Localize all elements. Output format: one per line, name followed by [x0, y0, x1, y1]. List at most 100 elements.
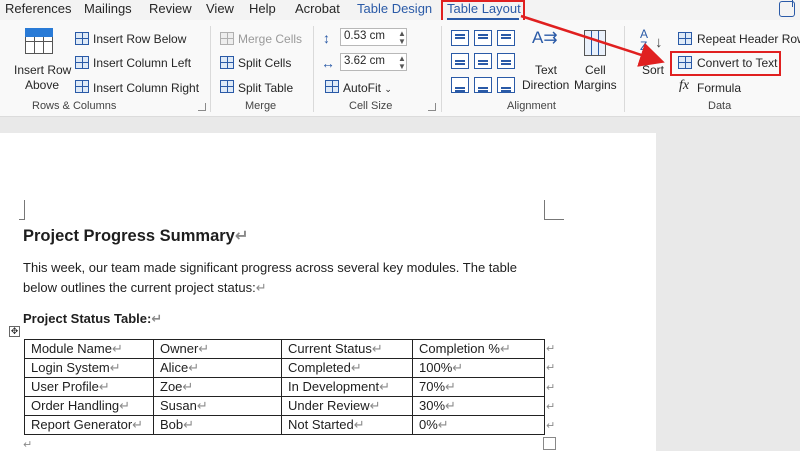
- chevron-down-icon: ⌄: [384, 84, 392, 94]
- table-move-handle-icon[interactable]: ✥: [9, 326, 20, 337]
- align-center-icon[interactable]: [474, 53, 492, 69]
- table-cell[interactable]: Login System↵: [24, 358, 154, 378]
- table-cell[interactable]: Under Review↵: [281, 396, 413, 416]
- align-bottom-left-icon[interactable]: [451, 77, 469, 93]
- project-status-table[interactable]: Module Name↵ Owner↵ Current Status↵ Comp…: [24, 339, 545, 435]
- insert-column-left-icon: [75, 56, 89, 69]
- table-cell[interactable]: 30%↵: [412, 396, 545, 416]
- share-icon[interactable]: [779, 0, 795, 17]
- table-row: User Profile↵ Zoe↵ In Development↵ 70%↵: [24, 377, 545, 397]
- merge-cells-button[interactable]: Merge Cells: [238, 32, 302, 46]
- merge-cells-icon: [220, 32, 234, 45]
- align-center-left-icon[interactable]: [451, 53, 469, 69]
- tab-view[interactable]: View: [206, 1, 234, 16]
- group-separator: [441, 26, 442, 112]
- text-direction-label-2[interactable]: Direction: [522, 78, 569, 92]
- table-header-row: Module Name↵ Owner↵ Current Status↵ Comp…: [24, 339, 545, 359]
- table-cell[interactable]: 100%↵: [412, 358, 545, 378]
- text-direction-label-1[interactable]: Text: [535, 63, 557, 77]
- insert-row-below-icon: [75, 32, 89, 45]
- row-height-spinner-icon[interactable]: ▲ ▼: [398, 30, 406, 46]
- row-end-mark: ↵: [546, 382, 556, 394]
- repeat-header-rows-button[interactable]: Repeat Header Rows: [697, 32, 800, 46]
- group-separator: [313, 26, 314, 112]
- repeat-header-rows-icon: [678, 32, 692, 45]
- cell-margins-icon: [584, 30, 606, 56]
- paragraph-mark: ↵: [23, 439, 33, 451]
- table-resize-handle[interactable]: [543, 437, 556, 450]
- sort-button[interactable]: Sort: [642, 63, 664, 77]
- rows-columns-launcher-icon[interactable]: [198, 103, 206, 111]
- table-cell[interactable]: 70%↵: [412, 377, 545, 397]
- insert-column-right-icon: [75, 80, 89, 93]
- cell-size-launcher-icon[interactable]: [428, 103, 436, 111]
- tab-review[interactable]: Review: [149, 1, 192, 16]
- group-separator: [210, 26, 211, 112]
- split-table-button[interactable]: Split Table: [238, 81, 293, 95]
- insert-row-above-label-1[interactable]: Insert Row: [14, 63, 71, 77]
- table-cell[interactable]: Susan↵: [153, 396, 282, 416]
- tab-references[interactable]: References: [5, 1, 71, 16]
- table-cell[interactable]: Not Started↵: [281, 415, 413, 435]
- group-label-alignment: Alignment: [507, 100, 556, 112]
- row-end-mark: ↵: [546, 343, 556, 355]
- row-height-icon: ↕: [323, 30, 330, 46]
- table-row: Login System↵ Alice↵ Completed↵ 100%↵: [24, 358, 545, 378]
- table-cell[interactable]: Completion %↵: [412, 339, 545, 359]
- align-center-right-icon[interactable]: [497, 53, 515, 69]
- tab-acrobat[interactable]: Acrobat: [295, 1, 340, 16]
- insert-row-above-label-2[interactable]: Above: [25, 78, 59, 92]
- tab-help[interactable]: Help: [249, 1, 276, 16]
- table-caption: Project Status Table:↵: [23, 311, 163, 326]
- autofit-icon: [325, 80, 339, 93]
- cell-margins-label-1[interactable]: Cell: [585, 63, 606, 77]
- insert-row-above-icon: [25, 28, 53, 54]
- convert-to-text-highlight-box: [670, 51, 781, 76]
- text-direction-icon: A⇉: [532, 28, 558, 47]
- align-top-right-icon[interactable]: [497, 30, 515, 46]
- align-bottom-center-icon[interactable]: [474, 77, 492, 93]
- table-row: Order Handling↵ Susan↵ Under Review↵ 30%…: [24, 396, 545, 416]
- insert-column-right-button[interactable]: Insert Column Right: [93, 81, 199, 95]
- row-height-input[interactable]: 0.53 cm: [340, 28, 407, 46]
- column-width-icon: ↔: [321, 55, 335, 71]
- document-title: Project Progress Summary↵: [23, 227, 249, 245]
- table-cell[interactable]: Report Generator↵: [24, 415, 154, 435]
- column-width-input[interactable]: 3.62 cm: [340, 53, 407, 71]
- split-cells-icon: [220, 56, 234, 69]
- table-cell[interactable]: In Development↵: [281, 377, 413, 397]
- formula-button[interactable]: Formula: [697, 81, 741, 95]
- table-cell[interactable]: Alice↵: [153, 358, 282, 378]
- align-bottom-right-icon[interactable]: [497, 77, 515, 93]
- crop-mark-top-right: [544, 200, 564, 220]
- intro-paragraph-line-2: below outlines the current project statu…: [23, 280, 267, 295]
- table-cell[interactable]: User Profile↵: [24, 377, 154, 397]
- cell-margins-label-2[interactable]: Margins: [574, 78, 617, 92]
- row-end-mark: ↵: [546, 362, 556, 374]
- group-label-rows-columns: Rows & Columns: [32, 100, 117, 112]
- table-cell[interactable]: Current Status↵: [281, 339, 413, 359]
- ribbon-tabs: References Mailings Review View Help Acr…: [0, 0, 800, 20]
- align-top-left-icon[interactable]: [451, 30, 469, 46]
- table-cell[interactable]: Module Name↵: [24, 339, 154, 359]
- tab-table-design[interactable]: Table Design: [357, 1, 432, 16]
- insert-row-below-button[interactable]: Insert Row Below: [93, 32, 186, 46]
- table-cell[interactable]: Owner↵: [153, 339, 282, 359]
- insert-column-left-button[interactable]: Insert Column Left: [93, 56, 191, 70]
- formula-icon: fx: [679, 78, 690, 93]
- table-cell[interactable]: Order Handling↵: [24, 396, 154, 416]
- table-cell[interactable]: Zoe↵: [153, 377, 282, 397]
- group-label-data: Data: [708, 100, 732, 112]
- intro-paragraph-line-1: This week, our team made significant pro…: [23, 260, 517, 275]
- split-cells-button[interactable]: Split Cells: [238, 56, 291, 70]
- table-layout-highlight-box: [441, 0, 525, 22]
- table-cell[interactable]: 0%↵: [412, 415, 545, 435]
- table-row: Report Generator↵ Bob↵ Not Started↵ 0%↵: [24, 415, 545, 435]
- split-table-icon: [220, 80, 234, 93]
- autofit-button[interactable]: AutoFit ⌄: [343, 81, 392, 95]
- tab-mailings[interactable]: Mailings: [84, 1, 132, 16]
- table-cell[interactable]: Completed↵: [281, 358, 413, 378]
- column-width-spinner-icon[interactable]: ▲ ▼: [398, 55, 406, 71]
- align-top-center-icon[interactable]: [474, 30, 492, 46]
- table-cell[interactable]: Bob↵: [153, 415, 282, 435]
